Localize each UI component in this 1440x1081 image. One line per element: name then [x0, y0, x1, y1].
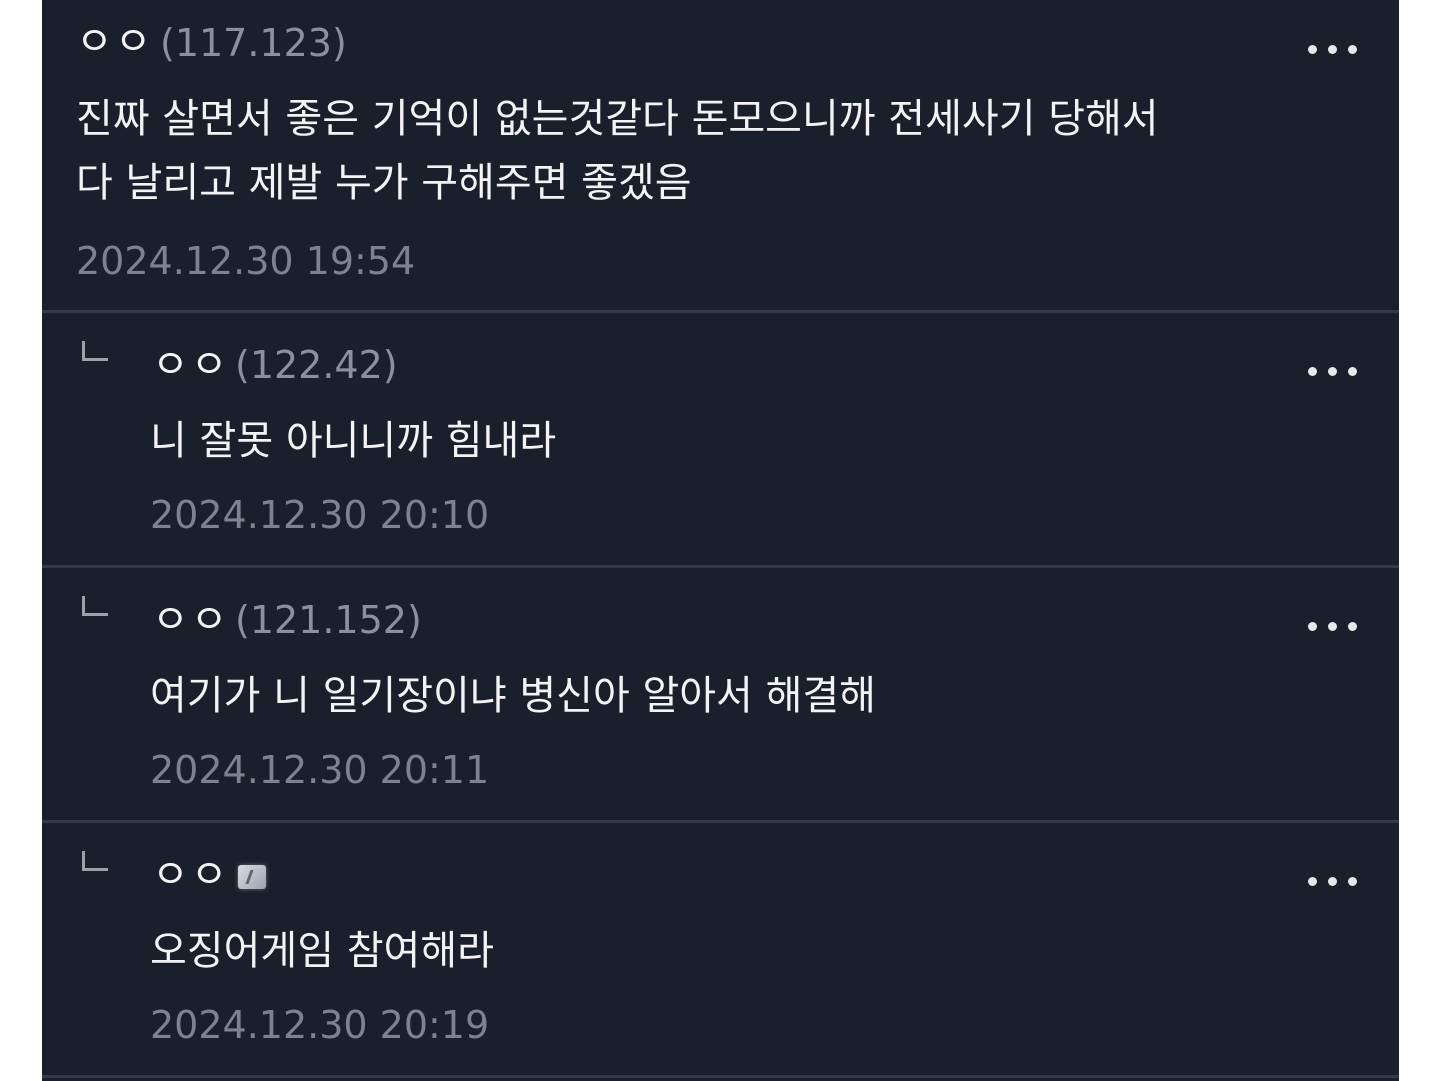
comment-item: ㅇㅇ (117.123) 진짜 살면서 좋은 기억이 없는것같다 돈모으니까 전…	[42, 0, 1399, 310]
comment-text: 니 잘못 아니니까 힘내라	[150, 409, 1399, 473]
comment-nickname[interactable]: ㅇㅇ	[152, 596, 230, 644]
comment-datetime: 2024.12.30 19:54	[76, 239, 416, 283]
reply-item: ㅇㅇ 오징어게임 참여해라 2024.12.30 20:19	[42, 823, 1399, 1075]
comment-nickname[interactable]: ㅇㅇ	[76, 18, 154, 66]
member-badge-icon	[238, 865, 266, 889]
reply-arrow-icon	[82, 596, 108, 616]
reply-item: ㅇㅇ (121.152) 여기가 니 일기장이냐 병신아 알아서 해결해 202…	[42, 568, 1399, 820]
comment-ip: (117.123)	[160, 21, 347, 65]
reply-item: ㅇㅇ (122.42) 니 잘못 아니니까 힘내라 2024.12.30 20:…	[42, 313, 1399, 565]
comment-text-line: 여기가 니 일기장이냐 병신아 알아서 해결해	[150, 673, 876, 719]
comment-text-line: 니 잘못 아니니까 힘내라	[150, 418, 557, 464]
comment-text-line: 진짜 살면서 좋은 기억이 없는것같다 돈모으니까 전세사기 당해서	[76, 96, 1159, 142]
comment-text: 오징어게임 참여해라	[150, 919, 1399, 983]
comment-datetime: 2024.12.30 20:10	[150, 493, 490, 537]
comment-text-line: 오징어게임 참여해라	[150, 928, 494, 974]
comment-datetime: 2024.12.30 20:19	[150, 1003, 490, 1047]
divider	[42, 1075, 1399, 1078]
comment-ip: (121.152)	[235, 598, 422, 642]
comment-nickname[interactable]: ㅇㅇ	[152, 851, 230, 899]
more-horizontal-icon[interactable]	[1308, 877, 1358, 887]
reply-arrow-icon	[82, 341, 108, 361]
comment-text: 진짜 살면서 좋은 기억이 없는것같다 돈모으니까 전세사기 당해서 다 날리고…	[76, 87, 1336, 215]
more-horizontal-icon[interactable]	[1308, 45, 1358, 55]
comment-ip: (122.42)	[235, 343, 398, 387]
more-horizontal-icon[interactable]	[1308, 367, 1358, 377]
more-horizontal-icon[interactable]	[1308, 622, 1358, 632]
reply-arrow-icon	[82, 851, 108, 871]
comment-text: 여기가 니 일기장이냐 병신아 알아서 해결해	[150, 664, 1399, 728]
comment-text-line: 다 날리고 제발 누가 구해주면 좋겠음	[76, 160, 692, 206]
comment-nickname[interactable]: ㅇㅇ	[152, 341, 230, 389]
comment-list: ㅇㅇ (117.123) 진짜 살면서 좋은 기억이 없는것같다 돈모으니까 전…	[42, 0, 1399, 1081]
comment-datetime: 2024.12.30 20:11	[150, 748, 490, 792]
